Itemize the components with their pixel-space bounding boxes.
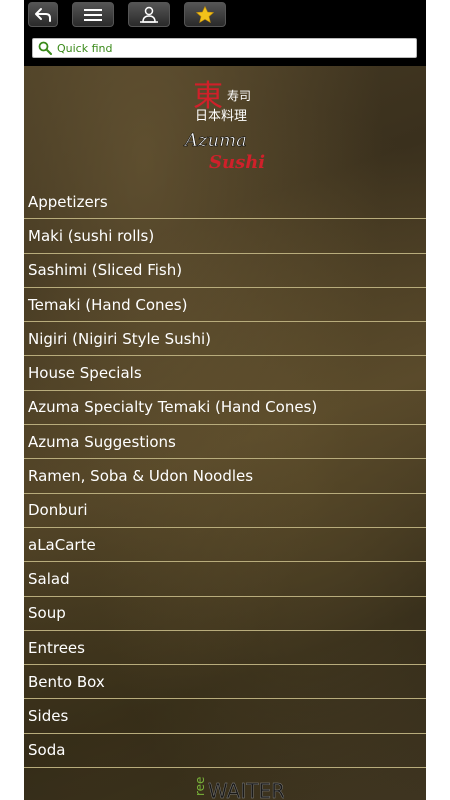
category-salad[interactable]: Salad [24,562,426,597]
category-label: Salad [28,569,70,588]
logo-name-line2: Sushi [209,152,265,173]
toolbar [24,0,426,30]
chef-button[interactable] [128,2,170,27]
category-donburi[interactable]: Donburi [24,494,426,528]
category-label: Ramen, Soba & Udon Noodles [28,467,254,486]
app-frame: 東 寿司 日本料理 Azuma Sushi Appetizers Maki (s… [24,0,426,800]
category-azuma-specialty-temaki[interactable]: Azuma Specialty Temaki (Hand Cones) [24,391,426,426]
category-sides[interactable]: Sides [24,699,426,734]
category-label: House Specials [28,364,142,383]
search-input[interactable] [57,40,407,56]
category-label: Appetizers [28,192,108,211]
menu-icon [84,8,102,21]
category-nigiri[interactable]: Nigiri (Nigiri Style Sushi) [24,322,426,357]
category-label: Sides [28,707,69,726]
search-icon [38,41,52,55]
logo-kanji-small: 寿司 [227,89,251,103]
footer-brand-main: WAITER [208,779,284,800]
logo-name-line1: Azuma [183,130,247,151]
left-margin [0,0,24,800]
category-azuma-suggestions[interactable]: Azuma Suggestions [24,425,426,460]
star-icon [196,6,214,23]
category-label: Nigiri (Nigiri Style Sushi) [28,329,212,348]
category-appetizers[interactable]: Appetizers [24,185,426,220]
chef-icon [140,6,158,23]
category-label: Sashimi (Sliced Fish) [28,261,183,280]
menu-button[interactable] [72,2,114,27]
category-maki[interactable]: Maki (sushi rolls) [24,219,426,254]
category-label: Soup [28,604,66,623]
search-bar [24,30,426,66]
category-noodles[interactable]: Ramen, Soba & Udon Noodles [24,459,426,494]
quick-find-field[interactable] [32,38,417,58]
favorites-button[interactable] [184,2,226,27]
back-button[interactable] [28,2,58,27]
category-label: Temaki (Hand Cones) [28,295,188,314]
logo-kanji-line2: 日本料理 [195,109,247,124]
category-sashimi[interactable]: Sashimi (Sliced Fish) [24,254,426,288]
category-label: Bento Box [28,672,105,691]
category-soda[interactable]: Soda [24,734,426,769]
category-house-specials[interactable]: House Specials [24,356,426,391]
category-soup[interactable]: Soup [24,597,426,631]
category-alacarte[interactable]: aLaCarte [24,528,426,563]
category-label: Entrees [28,638,85,657]
category-list: Appetizers Maki (sushi rolls) Sashimi (S… [24,185,426,769]
category-bento-box[interactable]: Bento Box [24,665,426,700]
category-label: Soda [28,741,66,760]
category-entrees[interactable]: Entrees [24,631,426,666]
category-label: Azuma Suggestions [28,432,176,451]
category-label: Azuma Specialty Temaki (Hand Cones) [28,398,318,417]
right-margin [426,0,450,800]
category-label: Maki (sushi rolls) [28,226,155,245]
category-temaki[interactable]: Temaki (Hand Cones) [24,288,426,323]
category-label: Donburi [28,501,88,520]
footer-brand: ree WAITER [193,770,285,800]
restaurant-logo: 東 寿司 日本料理 Azuma Sushi [179,76,279,174]
footer-brand-side: ree [194,777,207,796]
category-label: aLaCarte [28,535,96,554]
back-icon [35,7,51,22]
